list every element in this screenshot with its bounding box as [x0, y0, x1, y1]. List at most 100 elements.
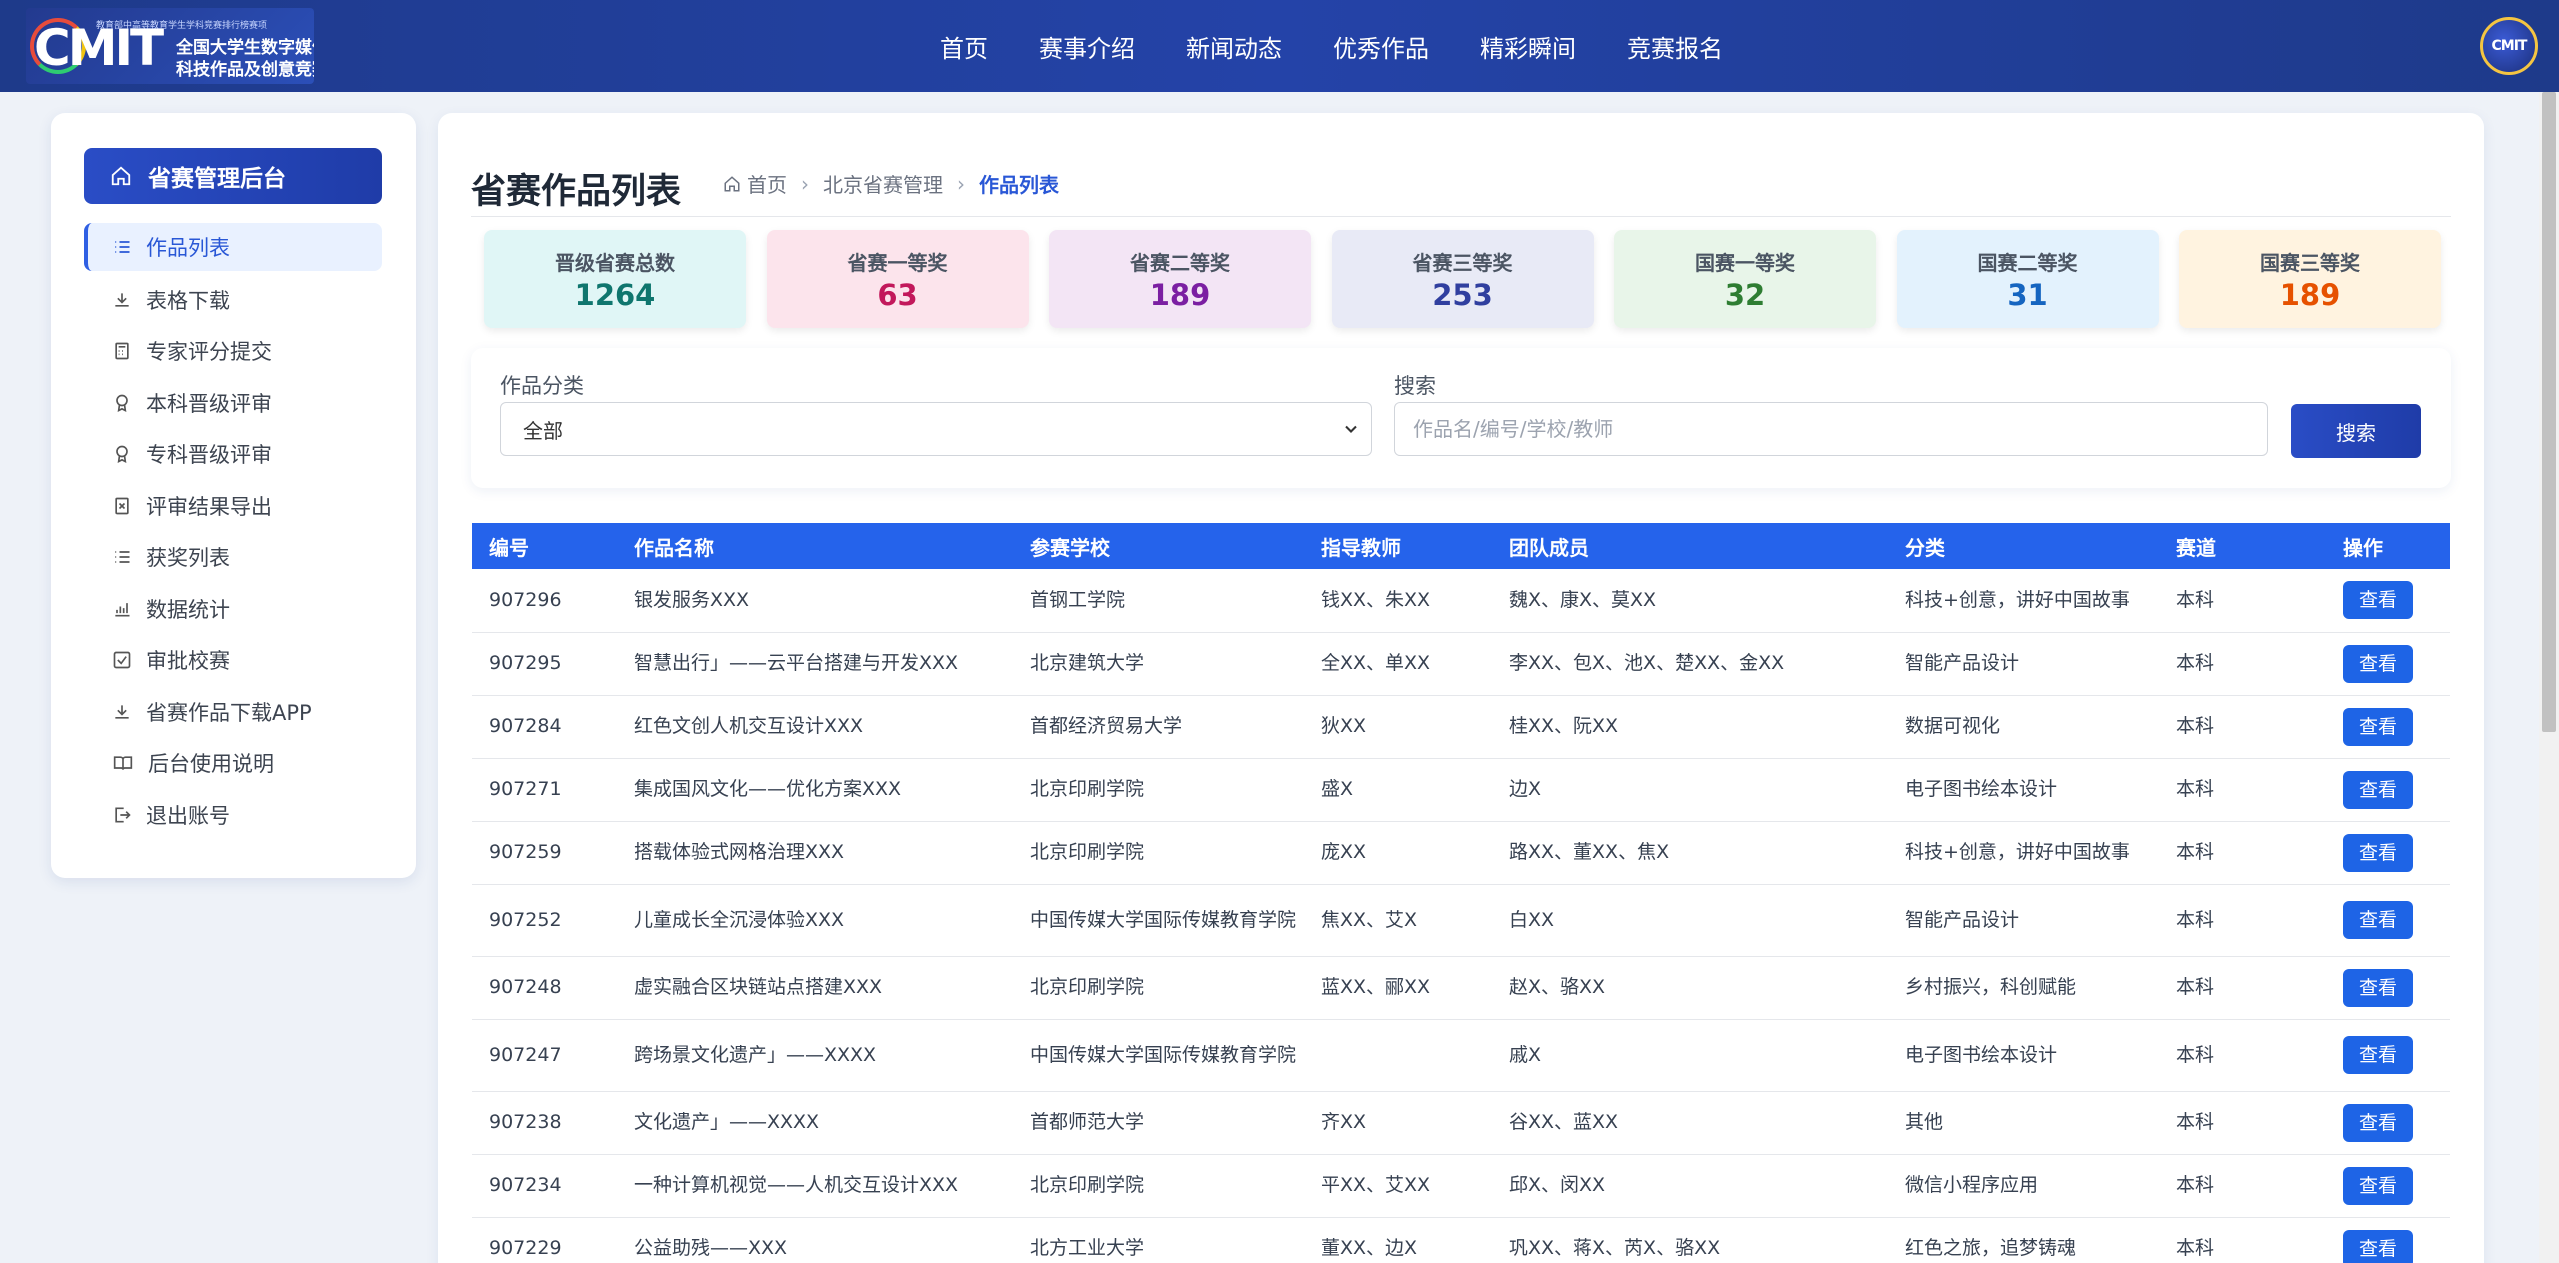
sidebar-item-download-app[interactable]: 省赛作品下载APP	[84, 686, 382, 738]
search-button[interactable]: 搜索	[2291, 404, 2421, 458]
main-nav: 首页 赛事介绍 新闻动态 优秀作品 精彩瞬间 竞赛报名	[940, 0, 1774, 92]
bar-chart-icon	[115, 602, 130, 617]
stat-value: 63	[877, 277, 918, 312]
view-button[interactable]: 查看	[2343, 707, 2413, 746]
cell-actions: 查看	[2326, 884, 2450, 957]
sidebar-item-manual[interactable]: 后台使用说明	[84, 738, 382, 790]
sidebar-item-expert-score[interactable]: 专家评分提交	[84, 326, 382, 378]
nav-works[interactable]: 优秀作品	[1333, 29, 1429, 64]
column-header: 操作	[2326, 523, 2450, 569]
cell-work-name: 儿童成长全沉浸体验XXX	[617, 884, 1013, 957]
table-row: 907252 儿童成长全沉浸体验XXX 中国传媒大学国际传媒教育学院 焦XX、艾X 白X…	[472, 884, 2450, 957]
sidebar-item-label: 省赛作品下载APP	[146, 700, 312, 725]
user-avatar[interactable]: CMIT	[2480, 17, 2538, 75]
cell-members: 李XX、包X、池X、楚XX、金XX	[1492, 632, 1888, 696]
cell-track: 本科	[2159, 821, 2326, 885]
view-button[interactable]: 查看	[2343, 901, 2413, 939]
nav-register[interactable]: 竞赛报名	[1627, 29, 1723, 64]
view-button[interactable]: 查看	[2343, 770, 2413, 809]
cell-work-name: 搭载体验式网格治理XXX	[617, 821, 1013, 885]
stat-card: 省赛二等奖 189	[1049, 230, 1311, 328]
sidebar-item-label: 作品列表	[146, 236, 230, 260]
sidebar-item-logout[interactable]: 退出账号	[84, 789, 382, 841]
sidebar-item-label: 后台使用说明	[148, 752, 274, 777]
table-row: 907229 公益助残——XXX 北方工业大学 董XX、边X 巩XX、蒋X、芮X、骆XX…	[472, 1217, 2450, 1263]
chevron-down-icon	[1345, 425, 1357, 433]
cell-teacher: 董XX、边X	[1304, 1217, 1492, 1263]
sidebar-item-approve-school[interactable]: 审批校赛	[84, 635, 382, 687]
view-button[interactable]: 查看	[2343, 581, 2413, 620]
site-logo[interactable]: CMIT 教育部中高等教育学生学科竞赛排行榜赛项 全国大学生数字媒体 科技作品及…	[26, 8, 314, 84]
download-icon	[115, 705, 129, 719]
stat-label: 国赛三等奖	[2260, 250, 2360, 275]
sidebar-item-award-list[interactable]: 获奖列表	[84, 532, 382, 584]
view-button[interactable]: 查看	[2343, 833, 2413, 872]
book-icon	[113, 756, 133, 771]
stat-label: 国赛二等奖	[1977, 250, 2078, 275]
sidebar-menu: 作品列表 表格下载 专家评分提交 本科晋级评审 专科晋级评审 评审结果导出 获奖…	[84, 223, 382, 841]
search-input[interactable]	[1394, 402, 2268, 456]
cell-id: 907296	[472, 569, 617, 633]
home-icon	[724, 175, 740, 191]
cell-track: 本科	[2159, 1091, 2326, 1155]
scrollbar-thumb[interactable]	[2542, 92, 2556, 732]
cell-members: 边X	[1492, 758, 1888, 822]
nav-about[interactable]: 赛事介绍	[1039, 29, 1135, 64]
view-button[interactable]: 查看	[2343, 1103, 2413, 1142]
category-select[interactable]: 全部	[500, 402, 1372, 456]
nav-home[interactable]: 首页	[940, 29, 988, 64]
cell-id: 907295	[472, 632, 617, 696]
cell-members: 路XX、董XX、焦X	[1492, 821, 1888, 885]
table-row: 907234 一种计算机视觉——人机交互设计XXX 北京印刷学院 平XX、艾XX 邱X、…	[472, 1154, 2450, 1218]
page-title: 省赛作品列表	[471, 172, 682, 212]
stat-card: 国赛一等奖 32	[1614, 230, 1876, 328]
cell-teacher: 蓝XX、郦XX	[1304, 956, 1492, 1020]
stat-label: 国赛一等奖	[1695, 250, 1795, 275]
sidebar-item-college-review[interactable]: 专科晋级评审	[84, 429, 382, 481]
cell-school: 首都经济贸易大学	[1013, 695, 1304, 759]
cell-category: 电子图书绘本设计	[1888, 758, 2159, 822]
sidebar-item-label: 获奖列表	[146, 546, 230, 571]
sidebar-header[interactable]: 省赛管理后台	[84, 148, 382, 204]
page-scrollbar[interactable]	[2539, 92, 2559, 1263]
cell-teacher: 钱XX、朱XX	[1304, 569, 1492, 633]
view-button[interactable]: 查看	[2343, 644, 2413, 683]
cell-actions: 查看	[2326, 632, 2450, 696]
view-button[interactable]: 查看	[2343, 1036, 2413, 1074]
nav-moments[interactable]: 精彩瞬间	[1480, 29, 1576, 64]
cell-members: 魏X、康X、莫XX	[1492, 569, 1888, 633]
table-row: 907271 集成国风文化——优化方案XXX 北京印刷学院 盛X 边X 电子图书绘本设计本…	[472, 758, 2450, 822]
sidebar-title: 省赛管理后台	[148, 166, 286, 192]
cell-work-name: 红色文创人机交互设计XXX	[617, 695, 1013, 759]
sidebar-item-works-list[interactable]: 作品列表	[84, 223, 382, 271]
sidebar-item-undergrad-review[interactable]: 本科晋级评审	[84, 377, 382, 429]
cell-teacher: 焦XX、艾X	[1304, 884, 1492, 957]
stat-value: 32	[1724, 277, 1766, 312]
cell-id: 907248	[472, 956, 617, 1020]
view-button[interactable]: 查看	[2343, 1166, 2413, 1205]
sidebar-item-statistics[interactable]: 数据统计	[84, 583, 382, 635]
chevron-right-icon: ›	[801, 171, 809, 196]
cell-id: 907284	[472, 695, 617, 759]
sidebar-item-table-download[interactable]: 表格下载	[84, 274, 382, 326]
breadcrumb-level2[interactable]: 北京省赛管理	[823, 169, 943, 198]
search-label: 搜索	[1394, 374, 1436, 398]
breadcrumb-home[interactable]: 首页	[723, 169, 787, 198]
table-row: 907259 搭载体验式网格治理XXX 北京印刷学院 庞XX 路XX、董XX、焦X 科技+…	[472, 821, 2450, 885]
sidebar-item-label: 审批校赛	[146, 649, 230, 674]
cell-track: 本科	[2159, 695, 2326, 759]
cell-actions: 查看	[2326, 956, 2450, 1020]
logo-subtitle: 教育部中高等教育学生学科竞赛排行榜赛项	[96, 21, 268, 31]
view-button[interactable]: 查看	[2343, 968, 2413, 1007]
cell-category: 微信小程序应用	[1888, 1154, 2159, 1218]
cell-actions: 查看	[2326, 1091, 2450, 1155]
cell-members: 桂XX、阮XX	[1492, 695, 1888, 759]
cell-category: 其他	[1888, 1091, 2159, 1155]
view-button[interactable]: 查看	[2343, 1229, 2413, 1263]
cell-category: 科技+创意，讲好中国故事	[1888, 821, 2159, 885]
breadcrumb: 首页 › 北京省赛管理 › 作品列表	[723, 169, 1059, 198]
download-icon	[115, 293, 129, 307]
cell-teacher: 盛X	[1304, 758, 1492, 822]
nav-news[interactable]: 新闻动态	[1186, 29, 1282, 64]
sidebar-item-result-export[interactable]: 评审结果导出	[84, 480, 382, 532]
